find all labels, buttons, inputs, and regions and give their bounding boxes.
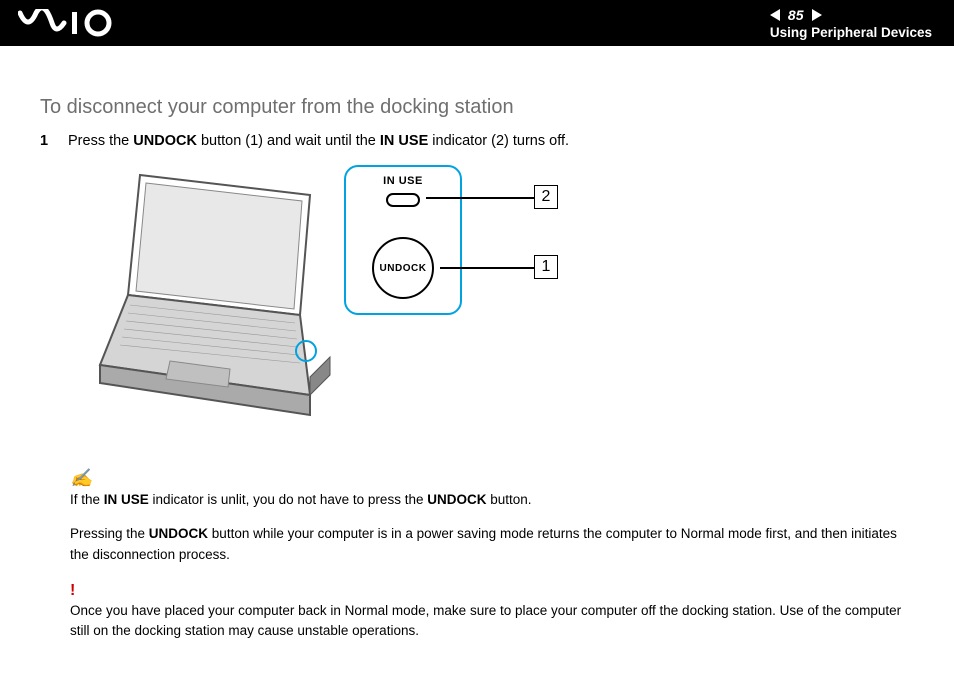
note-icon: ✍ [70,465,914,492]
prev-page-icon[interactable] [770,9,780,21]
inuse-label: IN USE [383,175,423,187]
inset-diagram: IN USE UNDOCK [344,165,462,315]
figure: IN USE UNDOCK 2 1 [80,165,914,435]
warning-icon: ! [70,579,914,603]
page-number: 85 [788,7,804,23]
warning-text: Once you have placed your computer back … [70,601,914,642]
page-header: 85 Using Peripheral Devices [0,0,954,46]
callout-line-1 [440,267,534,269]
step-text: Press the UNDOCK button (1) and wait unt… [68,133,569,149]
chapter-title: Using Peripheral Devices [770,25,932,40]
inuse-indicator-icon [386,193,420,207]
page-navigator: 85 [770,7,932,23]
undock-button-icon: UNDOCK [372,237,434,299]
callout-1: 1 [534,255,558,279]
callout-line-2 [426,197,534,199]
note-1: If the IN USE indicator is unlit, you do… [70,490,914,510]
step-number: 1 [40,133,68,149]
next-page-icon[interactable] [812,9,822,21]
vaio-logo [18,9,128,37]
laptop-illustration [80,165,340,435]
section-title: To disconnect your computer from the doc… [40,96,914,119]
callout-2: 2 [534,185,558,209]
page-content: To disconnect your computer from the doc… [0,46,954,675]
step-1: 1 Press the UNDOCK button (1) and wait u… [40,133,914,149]
note-2: Pressing the UNDOCK button while your co… [70,524,914,565]
